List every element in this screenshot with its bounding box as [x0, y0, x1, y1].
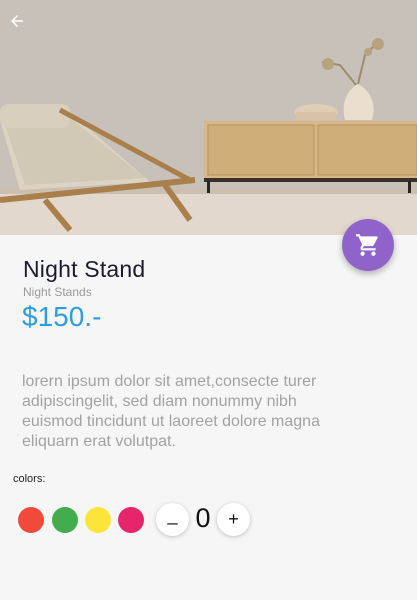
plus-label: +: [228, 509, 239, 529]
arrow-left-icon: [11, 15, 23, 27]
product-category: Night Stands: [23, 285, 92, 299]
product-price: $150.-: [22, 301, 102, 332]
back-button[interactable]: [8, 12, 34, 38]
color-swatch-red[interactable]: [18, 507, 44, 533]
product-photo: [0, 0, 417, 235]
product-description: lorern ipsum dolor sit amet,consecte tur…: [22, 373, 320, 450]
quantity-increase-button[interactable]: +: [217, 503, 250, 536]
product-title: Night Stand: [23, 256, 146, 282]
add-to-cart-button[interactable]: [342, 219, 394, 271]
color-swatch-yellow[interactable]: [85, 507, 111, 533]
shopping-cart-icon: [356, 234, 378, 256]
minus-label: _: [167, 505, 178, 525]
quantity-value: 0: [195, 503, 211, 533]
quantity-decrease-button[interactable]: _: [156, 503, 189, 536]
product-hero-image: [0, 0, 417, 235]
color-swatch-green[interactable]: [52, 507, 78, 533]
color-swatch-pink[interactable]: [118, 507, 144, 533]
colors-label: colors:: [13, 473, 46, 485]
